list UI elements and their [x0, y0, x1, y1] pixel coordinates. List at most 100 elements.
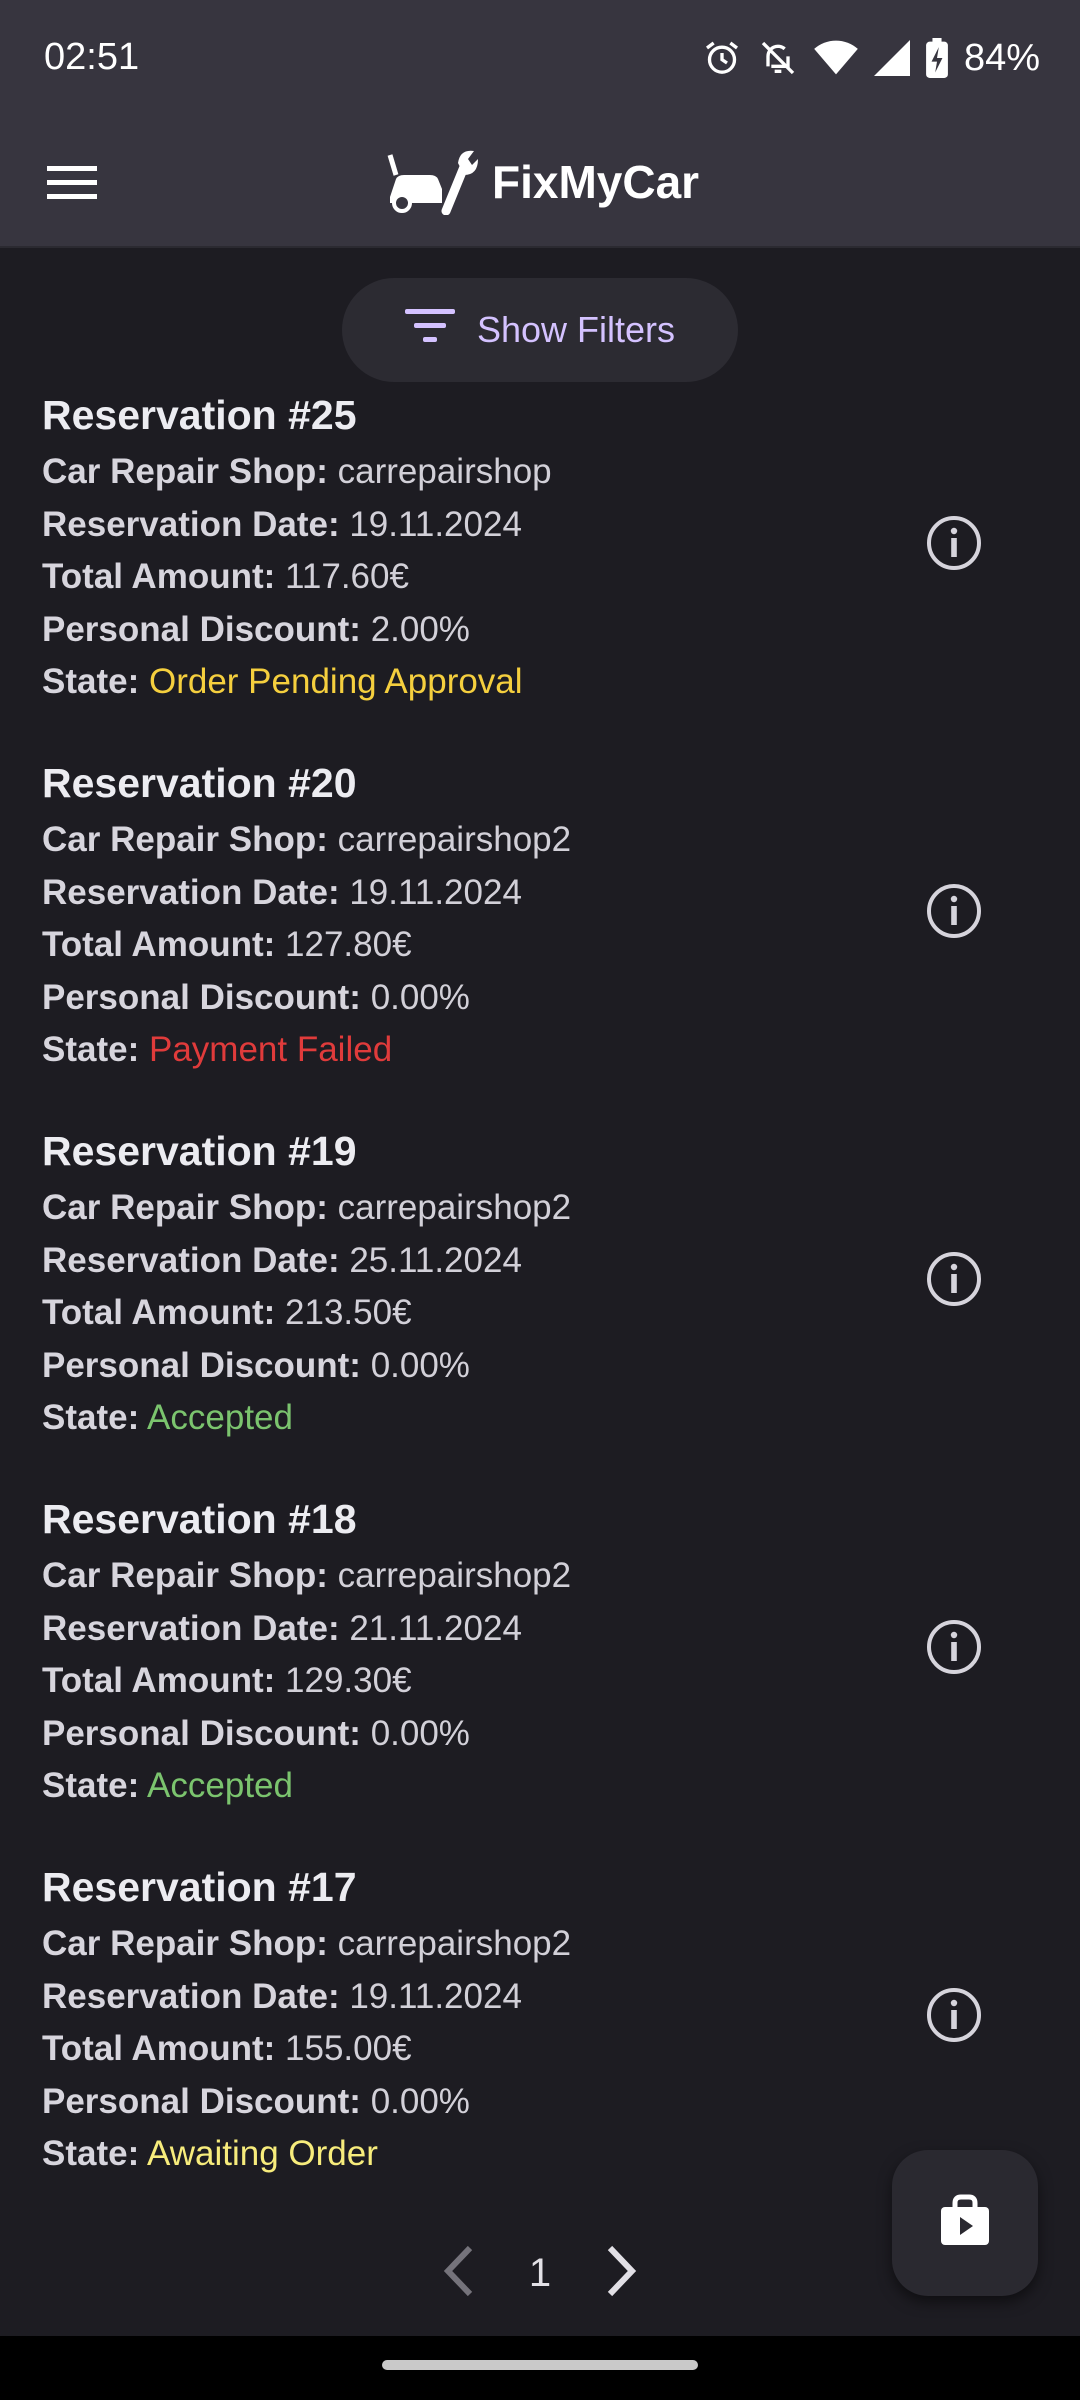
- show-filters-button[interactable]: Show Filters: [342, 278, 738, 382]
- signal-icon: [873, 39, 910, 77]
- amount-row: Total Amount: 129.30€: [42, 1661, 412, 1701]
- reservation-title: Reservation #20: [42, 760, 357, 806]
- filter-list-icon: [404, 307, 455, 354]
- date-value: 19.11.2024: [349, 505, 522, 544]
- date-value: 25.11.2024: [349, 1241, 522, 1280]
- state-value: Awaiting Order: [147, 2134, 378, 2173]
- status-time: 02:51: [44, 36, 140, 78]
- notifications-off-icon: [758, 38, 798, 78]
- battery-level: 84%: [963, 36, 1040, 79]
- discount-label: Personal Discount:: [42, 1714, 361, 1753]
- state-row: State: Order Pending Approval: [42, 662, 523, 702]
- shopping-bag-icon: [937, 2193, 993, 2254]
- chevron-left-icon[interactable]: [440, 2244, 480, 2303]
- discount-row: Personal Discount: 0.00%: [42, 2082, 470, 2122]
- reservation-card: Reservation #20 Car Repair Shop: carrepa…: [0, 760, 1080, 1128]
- state-label: State:: [42, 1030, 140, 1069]
- date-label: Reservation Date:: [42, 1241, 340, 1280]
- hamburger-menu-icon[interactable]: [42, 152, 102, 212]
- date-value: 19.11.2024: [349, 873, 522, 912]
- state-label: State:: [42, 2134, 140, 2173]
- date-row: Reservation Date: 19.11.2024: [42, 505, 522, 545]
- shop-label: Car Repair Shop:: [42, 820, 328, 859]
- reservation-card: Reservation #25 Car Repair Shop: carrepa…: [0, 392, 1080, 760]
- wifi-icon: [814, 38, 858, 78]
- show-filters-label: Show Filters: [476, 309, 676, 350]
- pagination: 1: [440, 2238, 640, 2308]
- shop-row: Car Repair Shop: carrepairshop2: [42, 1556, 571, 1596]
- app-title: FixMyCar: [492, 156, 700, 208]
- discount-row: Personal Discount: 0.00%: [42, 978, 470, 1018]
- home-handle[interactable]: [382, 2360, 698, 2370]
- discount-value: 0.00%: [370, 2082, 470, 2121]
- state-row: State: Payment Failed: [42, 1030, 392, 1070]
- discount-value: 0.00%: [370, 1346, 470, 1385]
- amount-label: Total Amount:: [42, 2029, 276, 2068]
- discount-row: Personal Discount: 0.00%: [42, 1346, 470, 1386]
- discount-label: Personal Discount:: [42, 2082, 361, 2121]
- reservation-title: Reservation #19: [42, 1128, 357, 1174]
- amount-row: Total Amount: 117.60€: [42, 557, 409, 597]
- info-icon[interactable]: [925, 1250, 983, 1308]
- amount-row: Total Amount: 155.00€: [42, 2029, 412, 2069]
- amount-row: Total Amount: 213.50€: [42, 1293, 412, 1333]
- info-icon[interactable]: [925, 882, 983, 940]
- state-row: State: Accepted: [42, 1398, 293, 1438]
- shop-label: Car Repair Shop:: [42, 1924, 328, 1963]
- amount-value: 213.50€: [285, 1293, 412, 1332]
- date-value: 19.11.2024: [349, 1977, 522, 2016]
- shop-row: Car Repair Shop: carrepairshop: [42, 452, 552, 492]
- discount-value: 0.00%: [370, 1714, 470, 1753]
- status-bar: 02:51 84%: [0, 0, 1080, 118]
- info-icon[interactable]: [925, 1618, 983, 1676]
- alarm-icon: [702, 38, 742, 78]
- state-value: Order Pending Approval: [148, 662, 523, 701]
- shop-label: Car Repair Shop:: [42, 1556, 328, 1595]
- discount-row: Personal Discount: 2.00%: [42, 610, 470, 650]
- shop-value: carrepairshop2: [337, 1924, 572, 1963]
- amount-value: 127.80€: [285, 925, 412, 964]
- amount-value: 117.60€: [285, 557, 409, 596]
- brand: FixMyCar: [386, 138, 699, 226]
- discount-label: Personal Discount:: [42, 978, 361, 1017]
- info-icon[interactable]: [925, 1986, 983, 2044]
- discount-label: Personal Discount:: [42, 1346, 361, 1385]
- amount-label: Total Amount:: [42, 557, 276, 596]
- reservation-title: Reservation #18: [42, 1496, 357, 1542]
- state-row: State: Awaiting Order: [42, 2134, 378, 2174]
- date-label: Reservation Date:: [42, 1977, 340, 2016]
- shop-row: Car Repair Shop: carrepairshop2: [42, 1924, 571, 1964]
- state-label: State:: [42, 662, 140, 701]
- state-value: Payment Failed: [148, 1030, 393, 1069]
- reservation-title: Reservation #17: [42, 1864, 357, 1910]
- car-wrench-logo: [386, 145, 478, 220]
- discount-value: 0.00%: [370, 978, 470, 1017]
- amount-label: Total Amount:: [42, 1661, 276, 1700]
- state-label: State:: [42, 1766, 140, 1805]
- info-icon[interactable]: [925, 514, 983, 572]
- discount-value: 2.00%: [370, 610, 470, 649]
- amount-label: Total Amount:: [42, 1293, 276, 1332]
- shop-value: carrepairshop2: [337, 820, 572, 859]
- shop-value: carrepairshop2: [337, 1556, 572, 1595]
- shop-value: carrepairshop: [337, 452, 552, 491]
- state-label: State:: [42, 1398, 140, 1437]
- amount-row: Total Amount: 127.80€: [42, 925, 412, 965]
- reservation-title: Reservation #25: [42, 392, 357, 438]
- reservation-list: Reservation #25 Car Repair Shop: carrepa…: [0, 392, 1080, 2232]
- shop-value: carrepairshop2: [337, 1188, 572, 1227]
- state-value: Accepted: [147, 1398, 293, 1437]
- date-row: Reservation Date: 19.11.2024: [42, 873, 522, 913]
- shop-label: Car Repair Shop:: [42, 1188, 328, 1227]
- shop-label: Car Repair Shop:: [42, 452, 328, 491]
- chevron-right-icon[interactable]: [600, 2244, 640, 2303]
- shop-row: Car Repair Shop: carrepairshop2: [42, 1188, 571, 1228]
- date-label: Reservation Date:: [42, 1609, 340, 1648]
- cart-fab-button[interactable]: [892, 2150, 1038, 2296]
- reservation-card: Reservation #18 Car Repair Shop: carrepa…: [0, 1496, 1080, 1864]
- discount-label: Personal Discount:: [42, 610, 361, 649]
- page-number: 1: [528, 2250, 552, 2295]
- date-row: Reservation Date: 19.11.2024: [42, 1977, 522, 2017]
- amount-value: 129.30€: [285, 1661, 412, 1700]
- date-row: Reservation Date: 21.11.2024: [42, 1609, 522, 1649]
